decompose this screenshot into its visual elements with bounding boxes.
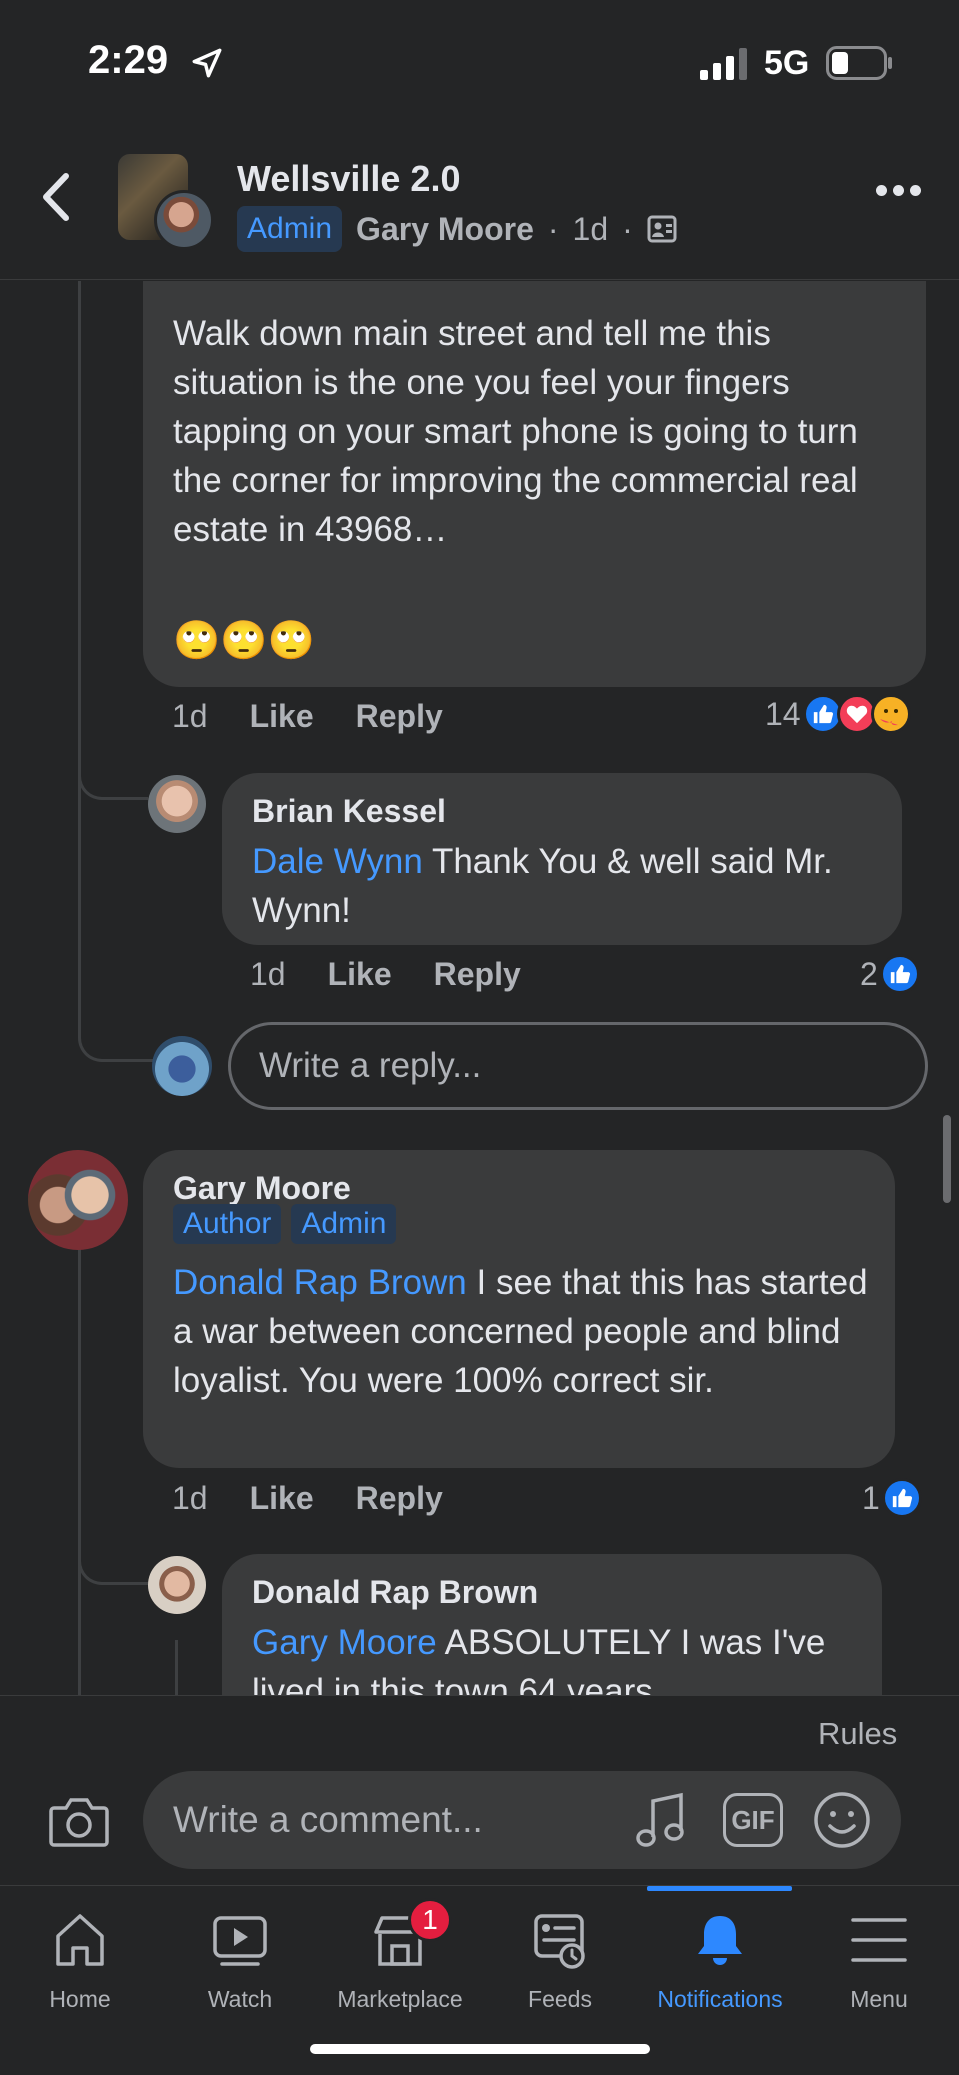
- reaction-count: 1: [862, 1479, 880, 1516]
- notification-badge: 1: [408, 1898, 452, 1942]
- comment-composer: Rules Write a comment... GIF: [0, 1695, 959, 1885]
- like-button[interactable]: Like: [328, 956, 392, 993]
- commenter-name[interactable]: Brian Kessel: [252, 793, 446, 830]
- post-author[interactable]: Gary Moore: [356, 211, 534, 248]
- mention-link[interactable]: Donald Rap Brown: [173, 1263, 467, 1302]
- scrollbar[interactable]: [943, 1115, 951, 1203]
- like-reaction-icon: [881, 1478, 922, 1518]
- group-avatar[interactable]: [118, 154, 214, 250]
- thread-line: [78, 281, 81, 1021]
- post-meta: Admin Gary Moore · 1d ·: [237, 206, 677, 252]
- comment-bubble: Walk down main street and tell me this s…: [143, 281, 926, 687]
- reply-input[interactable]: Write a reply...: [228, 1022, 928, 1110]
- thread-connector: [78, 730, 148, 800]
- reactions-summary[interactable]: 1: [862, 1478, 922, 1518]
- rules-link[interactable]: Rules: [818, 1716, 897, 1752]
- more-options-icon[interactable]: [876, 182, 922, 198]
- nav-notifications[interactable]: Notifications: [640, 1886, 800, 2036]
- nav-label: Watch: [207, 1986, 273, 2012]
- comment-bubble: Donald Rap Brown Gary Moore ABSOLUTELY I…: [222, 1554, 882, 1695]
- mention-link[interactable]: Dale Wynn: [252, 842, 423, 881]
- comment-time: 1d: [172, 698, 208, 734]
- meta-separator: ·: [622, 210, 633, 247]
- network-type: 5G: [764, 44, 810, 82]
- nav-label: Feeds: [528, 1986, 592, 2012]
- thread-connector: [78, 990, 154, 1062]
- comment-input[interactable]: Write a comment... GIF: [143, 1771, 901, 1869]
- home-indicator[interactable]: [310, 2044, 650, 2054]
- comment-emoji: 🙄🙄🙄: [173, 620, 315, 662]
- comment-time: 1d: [250, 956, 286, 992]
- comment-text: Dale Wynn Thank You & well said Mr. Wynn…: [252, 837, 882, 935]
- comment-placeholder: Write a comment...: [173, 1799, 483, 1840]
- gif-icon[interactable]: GIF: [723, 1793, 783, 1847]
- reply-button[interactable]: Reply: [434, 956, 521, 993]
- admin-badge: Admin: [291, 1204, 397, 1244]
- post-header: Wellsville 2.0 Admin Gary Moore · 1d ·: [0, 120, 959, 280]
- like-button[interactable]: Like: [250, 1480, 314, 1517]
- author-badge: Author: [173, 1204, 282, 1244]
- watch-icon: [213, 1916, 267, 1966]
- reply-placeholder: Write a reply...: [259, 1046, 482, 1085]
- emoji-icon[interactable]: [813, 1791, 871, 1849]
- comment-actions: 1d Like Reply: [250, 956, 563, 993]
- like-reaction-icon: [879, 954, 920, 994]
- comment-bubble: Gary Moore Author Admin Donald Rap Brown …: [143, 1150, 895, 1468]
- nav-feeds[interactable]: Feeds: [480, 1886, 640, 2036]
- mention-link[interactable]: Gary Moore: [252, 1623, 437, 1662]
- music-note-icon[interactable]: [633, 1791, 689, 1851]
- location-arrow-icon: [192, 48, 222, 78]
- nav-menu[interactable]: Menu: [799, 1886, 959, 2036]
- nav-watch[interactable]: Watch: [160, 1886, 320, 2036]
- nav-label: Menu: [850, 1986, 908, 2012]
- commenter-name[interactable]: Gary Moore: [173, 1170, 351, 1207]
- group-name[interactable]: Wellsville 2.0: [237, 158, 460, 200]
- back-arrow-icon[interactable]: [36, 170, 80, 224]
- avatar[interactable]: [148, 775, 206, 833]
- reply-button[interactable]: Reply: [356, 1480, 443, 1517]
- post-age: 1d: [572, 210, 609, 247]
- nav-label: Notifications: [657, 1986, 783, 2012]
- meta-separator: ·: [547, 210, 559, 247]
- admin-badge: Admin: [237, 206, 343, 252]
- reaction-count: 14: [765, 695, 801, 732]
- status-time: 2:29: [88, 38, 169, 82]
- reactions-summary[interactable]: 2: [860, 954, 920, 994]
- comment-text: Walk down main street and tell me this s…: [173, 314, 858, 549]
- reply-button[interactable]: Reply: [356, 698, 443, 735]
- camera-icon[interactable]: [48, 1794, 110, 1848]
- avatar[interactable]: [28, 1150, 128, 1250]
- comment-time: 1d: [172, 1480, 208, 1516]
- home-icon: [56, 1914, 104, 1966]
- reactions-summary[interactable]: 14: [765, 694, 911, 734]
- reaction-count: 2: [860, 955, 878, 992]
- nav-marketplace[interactable]: 1 Marketplace: [320, 1886, 480, 2036]
- bell-icon: [698, 1916, 742, 1965]
- feeds-icon: [534, 1914, 585, 1969]
- comment-actions: 1d Like Reply: [172, 1480, 485, 1517]
- commenter-name[interactable]: Donald Rap Brown: [252, 1574, 538, 1611]
- care-reaction-icon: [870, 694, 911, 734]
- nav-label: Marketplace: [337, 1986, 463, 2012]
- comment-text: Gary Moore ABSOLUTELY I was I've lived i…: [252, 1618, 872, 1695]
- signal-icon: [700, 48, 747, 80]
- status-bar: 2:29 5G: [0, 0, 959, 120]
- like-button[interactable]: Like: [250, 698, 314, 735]
- members-only-icon: [647, 215, 677, 243]
- comment-actions: 1d Like Reply: [172, 698, 485, 735]
- comment-text: Donald Rap Brown I see that this has sta…: [173, 1258, 873, 1405]
- nav-label: Home: [49, 1986, 111, 2012]
- author-avatar: [154, 190, 214, 250]
- current-user-avatar: [152, 1036, 212, 1096]
- menu-icon: [851, 1918, 907, 1962]
- comment-bubble: Brian Kessel Dale Wynn Thank You & well …: [222, 773, 902, 945]
- clipped-region: Donald Rap Brown Gary Moore ABSOLUTELY I…: [0, 1540, 959, 1695]
- battery-icon: [826, 46, 892, 80]
- nav-home[interactable]: Home: [0, 1886, 160, 2036]
- commenter-badges: Author Admin: [173, 1204, 406, 1244]
